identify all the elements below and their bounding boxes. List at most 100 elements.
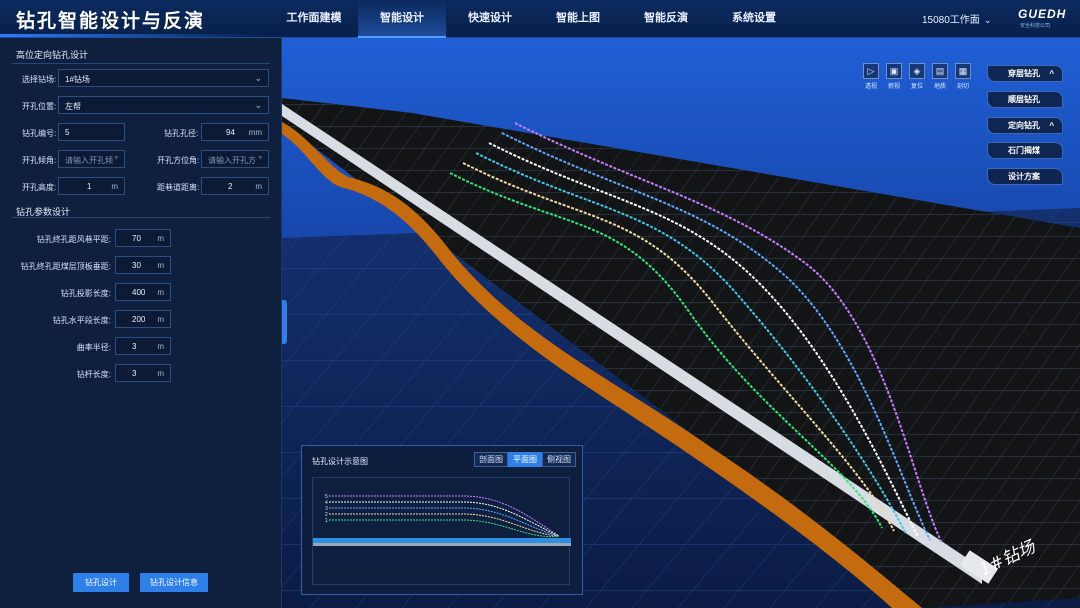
open-position-value: 左帮 bbox=[65, 102, 81, 111]
open-height-label: 开孔高度: bbox=[22, 183, 57, 192]
reset-icon: ◈ bbox=[909, 63, 925, 79]
schematic-hole-line bbox=[329, 513, 560, 537]
directional-drilling-button[interactable]: 定向钻孔 ^ bbox=[987, 117, 1063, 134]
param-unit: m bbox=[157, 369, 164, 378]
drill-design-info-button[interactable]: 钻孔设计信息 bbox=[140, 573, 208, 592]
button-label: 设计方案 bbox=[1008, 172, 1040, 181]
drill-design-button[interactable]: 钻孔设计 bbox=[73, 573, 129, 592]
tool-perspective[interactable]: ▷ 透视 bbox=[862, 63, 880, 90]
param-input[interactable]: 3m bbox=[115, 337, 171, 355]
workspace-select[interactable]: 15080工作面 ⌄ bbox=[922, 11, 991, 26]
perspective-icon: ▷ bbox=[863, 63, 879, 79]
section-divider bbox=[12, 63, 270, 64]
param-label: 曲率半径: bbox=[76, 343, 111, 352]
hole-number-value: 5 bbox=[65, 128, 70, 137]
button-label: 穿层钻孔 bbox=[1008, 69, 1040, 78]
chevron-down-icon: ⌄ bbox=[983, 15, 992, 25]
tool-reset[interactable]: ◈ 复位 bbox=[908, 63, 926, 90]
tool-section[interactable]: ▦ 剖切 bbox=[954, 63, 972, 90]
param-unit: m bbox=[157, 234, 164, 243]
nav-modeling[interactable]: 工作面建模 bbox=[270, 0, 358, 38]
schematic-tabs: 剖面图 平面图 侧视图 bbox=[474, 452, 576, 467]
param-value: 3 bbox=[132, 342, 137, 351]
drill-schematic-panel: 钻孔设计示意图 剖面图 平面图 侧视图 54321 bbox=[301, 445, 583, 595]
param-label: 钻杆长度: bbox=[76, 370, 111, 379]
main-nav: 工作面建模 智能设计 快速设计 智能上图 智能反演 系统设置 bbox=[270, 0, 798, 38]
drill-site-label: 选择钻场: bbox=[22, 75, 57, 84]
roadway-distance-value: 2 bbox=[228, 182, 233, 191]
chevron-up-icon: ^ bbox=[1049, 69, 1054, 78]
param-value: 3 bbox=[132, 369, 137, 378]
schematic-hole-line bbox=[329, 501, 560, 537]
param-label: 钻孔水平段长度: bbox=[52, 316, 111, 325]
workspace-name: 15080工作面 bbox=[922, 15, 980, 26]
schematic-hole-label: 1 bbox=[325, 518, 328, 524]
param-input[interactable]: 3m bbox=[115, 364, 171, 382]
param-input[interactable]: 30 m bbox=[115, 256, 171, 274]
unit-mm: mm bbox=[248, 128, 262, 137]
schematic-hole-lines: 54321 bbox=[325, 494, 560, 538]
open-azimuth-label: 开孔方位角: bbox=[157, 156, 200, 165]
param-value: 30 bbox=[132, 261, 141, 270]
unit-m: m bbox=[111, 182, 118, 191]
hole-diameter-label: 钻孔孔径: bbox=[164, 129, 199, 138]
open-height-value: 1 bbox=[87, 182, 92, 191]
tool-geology[interactable]: ▤ 地质 bbox=[931, 63, 949, 90]
design-panel: 高位定向钻孔设计 选择钻场: 1#钻场 ⌄ 开孔位置: 左帮 ⌄ 钻孔编号: 5… bbox=[0, 38, 282, 608]
section-icon: ▦ bbox=[955, 63, 971, 79]
bedding-drilling-button[interactable]: 顺层钻孔 bbox=[987, 91, 1063, 108]
button-label: 顺层钻孔 bbox=[1008, 95, 1040, 104]
schematic-hole-line bbox=[329, 507, 560, 537]
drill-site-select[interactable]: 1#钻场 ⌄ bbox=[58, 69, 269, 87]
open-inclination-input[interactable]: 请输入开孔倾 ° bbox=[58, 150, 125, 168]
tool-top-view[interactable]: ▣ 俯视 bbox=[885, 63, 903, 90]
param-unit: m bbox=[157, 315, 164, 324]
crosscut-uncovering-button[interactable]: 石门揭煤 bbox=[987, 142, 1063, 159]
param-input[interactable]: 70 m bbox=[115, 229, 171, 247]
nav-quick-design[interactable]: 快速设计 bbox=[446, 0, 534, 38]
unit-m: m bbox=[255, 182, 262, 191]
tool-label: 透视 bbox=[864, 84, 877, 90]
hole-number-input[interactable]: 5 bbox=[58, 123, 125, 141]
tool-label: 剖切 bbox=[956, 84, 969, 90]
nav-smart-inversion[interactable]: 智能反演 bbox=[622, 0, 710, 38]
panel-collapse-handle[interactable] bbox=[282, 300, 287, 344]
param-value: 400 bbox=[132, 288, 146, 297]
button-label: 定向钻孔 bbox=[1008, 121, 1040, 130]
drill-site-value: 1#钻场 bbox=[65, 75, 90, 84]
design-plan-button[interactable]: 设计方案 bbox=[987, 168, 1063, 185]
hole-diameter-input[interactable]: 94 mm bbox=[201, 123, 269, 141]
geology-icon: ▤ bbox=[932, 63, 948, 79]
cross-layer-drilling-button[interactable]: 穿层钻孔 ^ bbox=[987, 65, 1063, 82]
open-inclination-label: 开孔倾角: bbox=[22, 156, 57, 165]
param-input[interactable]: 200 m bbox=[115, 310, 171, 328]
schematic-plot: 54321 bbox=[312, 477, 571, 585]
company-logo-sub: 安全科技公司 bbox=[1020, 23, 1051, 29]
param-input[interactable]: 400 m bbox=[115, 283, 171, 301]
tool-label: 复位 bbox=[910, 84, 923, 90]
tab-profile[interactable]: 剖面图 bbox=[474, 452, 508, 467]
nav-smart-design[interactable]: 智能设计 bbox=[358, 0, 446, 38]
tool-label: 地质 bbox=[933, 84, 946, 90]
schematic-floor bbox=[313, 543, 571, 546]
param-value: 200 bbox=[132, 315, 146, 324]
param-value: 70 bbox=[132, 234, 141, 243]
tab-plan[interactable]: 平面图 bbox=[508, 452, 542, 467]
nav-settings[interactable]: 系统设置 bbox=[710, 0, 798, 38]
unit-degree: ° bbox=[114, 155, 118, 164]
hole-diameter-value: 94 bbox=[226, 128, 235, 137]
hole-number-label: 钻孔编号: bbox=[22, 129, 57, 138]
open-position-select[interactable]: 左帮 ⌄ bbox=[58, 96, 269, 114]
open-azimuth-input[interactable]: 请输入开孔方 ° bbox=[201, 150, 269, 168]
view-toolbar: ▷ 透视 ▣ 俯视 ◈ 复位 ▤ 地质 ▦ 剖切 bbox=[862, 63, 972, 90]
schematic-roadway bbox=[313, 538, 571, 543]
open-height-input[interactable]: 1 m bbox=[58, 177, 125, 195]
schematic-title: 钻孔设计示意图 bbox=[312, 457, 368, 466]
open-azimuth-placeholder: 请输入开孔方 bbox=[208, 156, 256, 165]
nav-smart-mapping[interactable]: 智能上图 bbox=[534, 0, 622, 38]
roadway-distance-input[interactable]: 2 m bbox=[201, 177, 269, 195]
section-divider bbox=[12, 217, 270, 218]
tab-side[interactable]: 侧视图 bbox=[542, 452, 576, 467]
param-unit: m bbox=[157, 288, 164, 297]
chevron-down-icon: ⌄ bbox=[254, 100, 262, 110]
